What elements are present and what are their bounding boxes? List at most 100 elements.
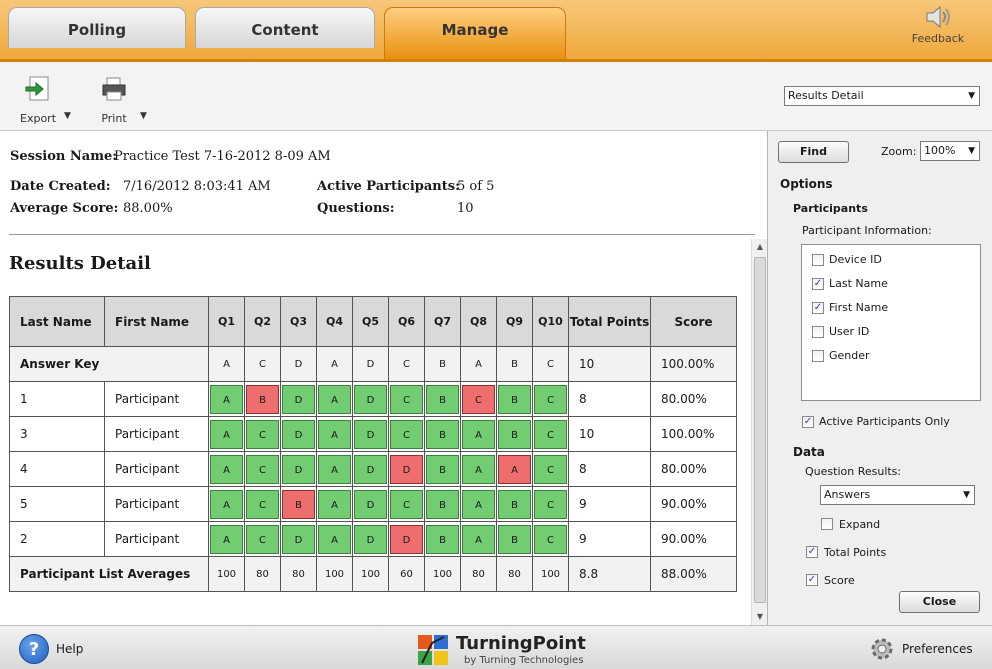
answer-cell: B — [496, 381, 533, 417]
help-label: Help — [56, 642, 84, 656]
question-results-value: Answers — [824, 488, 871, 501]
correct-answer: C — [534, 454, 567, 484]
question-results-select[interactable]: Answers ▼ — [820, 485, 975, 505]
answer-key-cell: B — [424, 346, 461, 382]
tab-manage[interactable]: Manage — [384, 7, 566, 59]
first-name-label: First Name — [829, 301, 889, 314]
answer-cell: B — [496, 521, 533, 557]
first-name-checkbox[interactable]: ✓ — [812, 302, 824, 314]
participant-last-name: 4 — [9, 451, 105, 487]
answer-cell: B — [496, 416, 533, 452]
report-view-select[interactable]: Results Detail ▼ — [784, 86, 980, 106]
column-header-q8: Q8 — [460, 296, 497, 347]
participant-last-name: 1 — [9, 381, 105, 417]
answer-key-cell: C — [532, 346, 569, 382]
average-cell: 80 — [460, 556, 497, 592]
incorrect-answer: A — [498, 454, 531, 484]
correct-answer: B — [426, 524, 459, 554]
column-header-q5: Q5 — [352, 296, 389, 347]
average-cell: 80 — [244, 556, 281, 592]
gender-checkbox[interactable] — [812, 350, 824, 362]
total-points-checkbox[interactable]: ✓ — [806, 546, 818, 558]
export-button[interactable]: Export ▼ — [20, 75, 71, 125]
correct-answer: D — [354, 419, 387, 449]
score-checkbox[interactable]: ✓ — [806, 574, 818, 586]
column-header-last-name: Last Name — [9, 296, 105, 347]
answer-cell: A — [460, 486, 497, 522]
active-only-checkbox[interactable]: ✓ — [802, 416, 814, 428]
zoom-select[interactable]: 100% ▼ — [920, 141, 980, 161]
answer-cell: B — [424, 486, 461, 522]
date-created-value: 7/16/2012 8:03:41 AM — [123, 179, 271, 194]
scrollbar-thumb[interactable] — [754, 257, 766, 603]
correct-answer: B — [498, 524, 531, 554]
find-button-label: Find — [800, 145, 827, 158]
correct-answer: C — [246, 454, 279, 484]
answer-cell: A — [460, 451, 497, 487]
results-table: Last Name First Name Q1 Q2 Q3 Q4 Q5 Q6 Q… — [9, 296, 737, 592]
feedback-button[interactable]: Feedback — [908, 3, 968, 45]
participant-score: 90.00% — [650, 486, 737, 522]
help-icon[interactable]: ? — [19, 634, 49, 664]
answer-cell: A — [496, 451, 533, 487]
participants-heading: Participants — [793, 202, 868, 215]
column-header-q10: Q10 — [532, 296, 569, 347]
correct-answer: A — [318, 454, 351, 484]
answer-cell: A — [316, 451, 353, 487]
answer-cell: A — [460, 416, 497, 452]
answer-cell: B — [496, 486, 533, 522]
participant-score: 80.00% — [650, 381, 737, 417]
user-id-checkbox[interactable] — [812, 326, 824, 338]
session-name-label: Session Name: — [10, 149, 118, 164]
answer-cell: D — [280, 521, 317, 557]
answer-key-cell: A — [460, 346, 497, 382]
answer-cell: D — [280, 416, 317, 452]
column-header-q3: Q3 — [280, 296, 317, 347]
correct-answer: A — [210, 489, 243, 519]
answer-cell: B — [424, 521, 461, 557]
export-label: Export — [20, 112, 57, 125]
chevron-down-icon: ▼ — [968, 146, 975, 156]
export-dropdown-arrow-icon[interactable]: ▼ — [64, 111, 71, 121]
correct-answer: B — [426, 489, 459, 519]
bottom-bar: ? Help TurningPoint by Turning Technolog… — [0, 625, 992, 669]
column-header-q7: Q7 — [424, 296, 461, 347]
device-id-checkbox[interactable] — [812, 254, 824, 266]
table-header-row: Last Name First Name Q1 Q2 Q3 Q4 Q5 Q6 Q… — [9, 296, 737, 347]
correct-answer: C — [246, 419, 279, 449]
column-header-total-points: Total Points — [568, 296, 651, 347]
correct-answer: C — [246, 524, 279, 554]
options-panel: Find Zoom: 100% ▼ Options Participants P… — [768, 131, 992, 625]
last-name-checkbox[interactable]: ✓ — [812, 278, 824, 290]
participant-score: 100.00% — [650, 416, 737, 452]
correct-answer: C — [246, 489, 279, 519]
answer-cell: D — [388, 451, 425, 487]
report-area: Session Name: Practice Test 7-16-2012 8-… — [0, 131, 768, 625]
answer-cell: C — [532, 521, 569, 557]
answer-key-cell: A — [208, 346, 245, 382]
scroll-up-arrow-icon[interactable]: ▲ — [752, 239, 768, 255]
close-button[interactable]: Close — [899, 591, 980, 613]
averages-row: Participant List Averages 100 80 80 100 … — [9, 556, 737, 592]
correct-answer: A — [318, 419, 351, 449]
correct-answer: B — [426, 419, 459, 449]
gear-icon[interactable] — [868, 635, 896, 663]
print-dropdown-arrow-icon[interactable]: ▼ — [140, 111, 147, 121]
tab-content[interactable]: Content — [195, 7, 375, 48]
tab-polling[interactable]: Polling — [8, 7, 186, 48]
answer-key-cell: D — [280, 346, 317, 382]
scroll-down-arrow-icon[interactable]: ▼ — [752, 609, 768, 625]
answer-cell: B — [244, 381, 281, 417]
answer-key-cell: B — [496, 346, 533, 382]
print-button[interactable]: Print ▼ — [98, 75, 147, 125]
expand-checkbox[interactable] — [821, 518, 833, 530]
correct-answer: D — [354, 524, 387, 554]
correct-answer: A — [210, 384, 243, 414]
correct-answer: C — [390, 489, 423, 519]
column-header-first-name: First Name — [104, 296, 209, 347]
vertical-scrollbar[interactable]: ▲ ▼ — [751, 239, 767, 625]
correct-answer: D — [354, 384, 387, 414]
answer-cell: C — [388, 381, 425, 417]
find-button[interactable]: Find — [778, 141, 849, 163]
divider — [9, 234, 755, 235]
